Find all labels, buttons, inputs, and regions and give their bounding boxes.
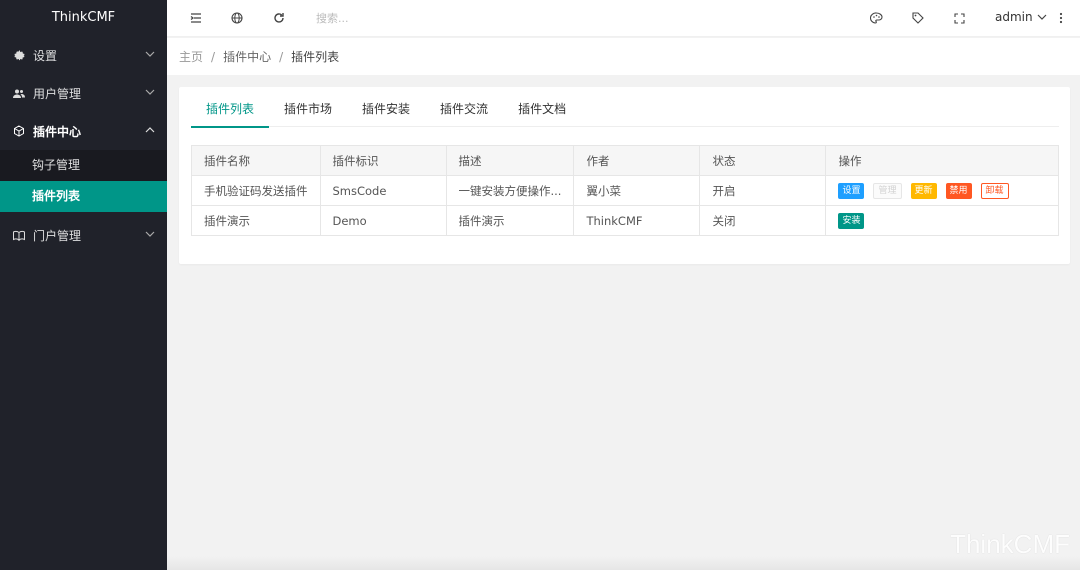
sidebar-item-label: 设置 — [33, 48, 58, 63]
cell-status: 开启 — [699, 175, 827, 206]
bottom-shadow — [167, 556, 1080, 570]
table-row: 插件演示 Demo 插件演示 ThinkCMF 关闭 安装 — [191, 205, 1059, 236]
cell-status: 关闭 — [699, 205, 827, 236]
cell-name: 手机验证码发送插件 — [191, 175, 321, 206]
sidebar-subitem-hooks[interactable]: 钩子管理 — [0, 150, 167, 181]
app-logo[interactable]: ThinkCMF — [0, 0, 167, 36]
tab-plugin-market[interactable]: 插件市场 — [269, 87, 347, 127]
cell-id: Demo — [319, 205, 447, 236]
more-vertical-icon — [1059, 12, 1063, 24]
breadcrumb-section[interactable]: 插件中心 — [223, 48, 271, 65]
fullscreen-button[interactable] — [950, 9, 968, 27]
breadcrumb-current: 插件列表 — [291, 50, 340, 64]
sidebar-subnav: 钩子管理 插件列表 — [0, 150, 167, 212]
cell-author: ThinkCMF — [573, 205, 701, 236]
breadcrumb-separator: / — [211, 49, 216, 64]
tag-icon — [912, 12, 924, 24]
manage-button: 管理 — [873, 182, 902, 199]
username: admin — [995, 10, 1033, 24]
plugin-table: 插件名称 插件标识 描述 作者 状态 操作 手机验证码发送插件 SmsCode … — [191, 145, 1059, 236]
table-row: 手机验证码发送插件 SmsCode 一键安装方便操作... 翼小菜 开启 设置管… — [191, 175, 1059, 206]
breadcrumb-separator: / — [279, 49, 284, 64]
more-button[interactable] — [1052, 9, 1070, 27]
sidebar: ThinkCMF 设置 用户管理 插件中心 钩子管理 插件列表 门户管理 — [0, 0, 167, 570]
sidebar-subitem-plugin-list[interactable]: 插件列表 — [0, 181, 167, 212]
sidebar-item-portal[interactable]: 门户管理 — [0, 216, 167, 254]
settings-button[interactable]: 设置 — [838, 182, 865, 199]
user-menu[interactable]: admin — [995, 10, 1047, 24]
book-icon — [13, 229, 25, 241]
table-header-row: 插件名称 插件标识 描述 作者 状态 操作 — [191, 145, 1059, 176]
column-header: 状态 — [699, 145, 827, 176]
cell-actions: 设置 管理 更新 禁用 卸载 — [825, 175, 1059, 206]
search-input[interactable] — [316, 10, 516, 26]
tag-button[interactable] — [909, 9, 927, 27]
gear-icon — [13, 49, 25, 61]
users-icon — [13, 87, 25, 99]
top-header: admin — [167, 0, 1080, 37]
cube-icon — [13, 125, 25, 137]
sidebar-item-label: 插件中心 — [33, 124, 82, 139]
tab-plugin-docs[interactable]: 插件文档 — [503, 87, 581, 127]
chevron-down-icon — [145, 51, 155, 57]
install-button[interactable]: 安装 — [838, 212, 865, 229]
cell-actions: 安装 — [825, 205, 1059, 236]
tab-plugin-install[interactable]: 插件安装 — [347, 87, 425, 127]
column-header: 描述 — [445, 145, 575, 176]
sidebar-item-plugins[interactable]: 插件中心 — [0, 112, 167, 150]
tab-bar: 插件列表 插件市场 插件安装 插件交流 插件文档 — [191, 87, 1059, 128]
fullscreen-icon — [953, 12, 965, 24]
tab-plugin-list[interactable]: 插件列表 — [191, 87, 270, 128]
sidebar-item-settings[interactable]: 设置 — [0, 36, 167, 74]
column-header: 作者 — [573, 145, 701, 176]
menu-toggle-button[interactable] — [187, 9, 205, 27]
sidebar-item-users[interactable]: 用户管理 — [0, 74, 167, 112]
cell-desc: 插件演示 — [445, 205, 575, 236]
breadcrumb: 主页 / 插件中心 / 插件列表 — [167, 38, 1080, 75]
tab-plugin-community[interactable]: 插件交流 — [425, 87, 503, 127]
plugin-card: 插件列表 插件市场 插件安装 插件交流 插件文档 插件名称 插件标识 描述 作者… — [179, 87, 1070, 264]
menu-fold-icon — [190, 13, 201, 23]
uninstall-button[interactable]: 卸载 — [980, 182, 1009, 199]
refresh-button[interactable] — [270, 9, 288, 27]
theme-button[interactable] — [867, 9, 885, 27]
cell-desc: 一键安装方便操作... — [445, 175, 575, 206]
disable-button[interactable]: 禁用 — [945, 182, 972, 199]
watermark: ThinkCMF — [950, 529, 1070, 559]
cell-id: SmsCode — [319, 175, 447, 206]
website-button[interactable] — [228, 9, 246, 27]
sidebar-item-label: 门户管理 — [33, 228, 82, 243]
chevron-down-icon — [145, 231, 155, 237]
cell-author: 翼小菜 — [573, 175, 701, 206]
cell-name: 插件演示 — [191, 205, 321, 236]
update-button[interactable]: 更新 — [910, 182, 937, 199]
sidebar-item-label: 用户管理 — [33, 86, 82, 101]
chevron-down-icon — [145, 89, 155, 95]
column-header: 插件标识 — [319, 145, 447, 176]
column-header: 插件名称 — [191, 145, 321, 176]
refresh-icon — [274, 13, 284, 23]
breadcrumb-home[interactable]: 主页 — [179, 48, 203, 65]
chevron-down-icon — [1037, 14, 1047, 20]
column-header: 操作 — [825, 145, 1059, 176]
globe-icon — [231, 12, 243, 24]
chevron-up-icon — [145, 127, 155, 133]
palette-icon — [869, 12, 883, 24]
